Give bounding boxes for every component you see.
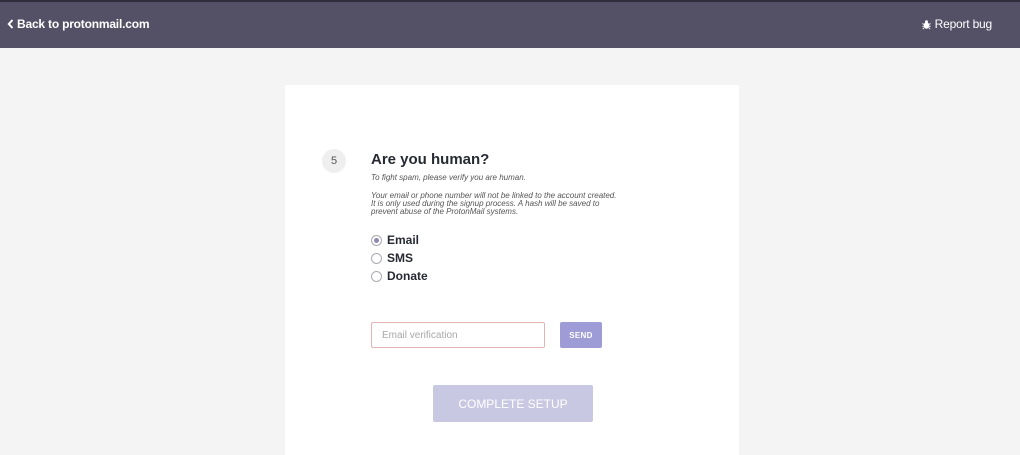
email-option-label: Email: [387, 233, 420, 247]
back-to-protonmail-link[interactable]: Back to protonmail.com: [7, 16, 149, 32]
email-verification-input[interactable]: [371, 322, 545, 348]
chevron-left-icon: [7, 19, 14, 29]
send-button[interactable]: SEND: [560, 322, 602, 348]
donate-option-label: Donate: [387, 269, 428, 283]
back-link-label: Back to protonmail.com: [17, 17, 150, 31]
bug-icon: [921, 19, 931, 29]
email-radio[interactable]: [371, 234, 382, 246]
report-bug-label: Report bug: [934, 17, 993, 31]
privacy-notice-line: prevent abuse of the ProtonMail systems.: [371, 207, 519, 216]
top-bar: Back to protonmail.com Report bug: [0, 2, 1020, 48]
verify-option-email[interactable]: Email: [371, 233, 419, 247]
signup-card: 5 Are you human? To fight spam, please v…: [285, 85, 739, 455]
report-bug-link[interactable]: Report bug: [921, 16, 992, 32]
privacy-notice: Your email or phone number will not be l…: [371, 192, 671, 216]
verify-option-sms[interactable]: SMS: [371, 251, 413, 265]
sms-option-label: SMS: [387, 251, 414, 265]
step-title: Are you human?: [371, 151, 490, 168]
complete-setup-button[interactable]: COMPLETE SETUP: [433, 385, 593, 422]
verify-option-donate[interactable]: Donate: [371, 269, 428, 283]
donate-radio[interactable]: [371, 270, 382, 282]
step-subtitle: To fight spam, please verify you are hum…: [371, 173, 526, 182]
sms-radio[interactable]: [371, 252, 382, 264]
step-number-badge: 5: [322, 149, 346, 173]
